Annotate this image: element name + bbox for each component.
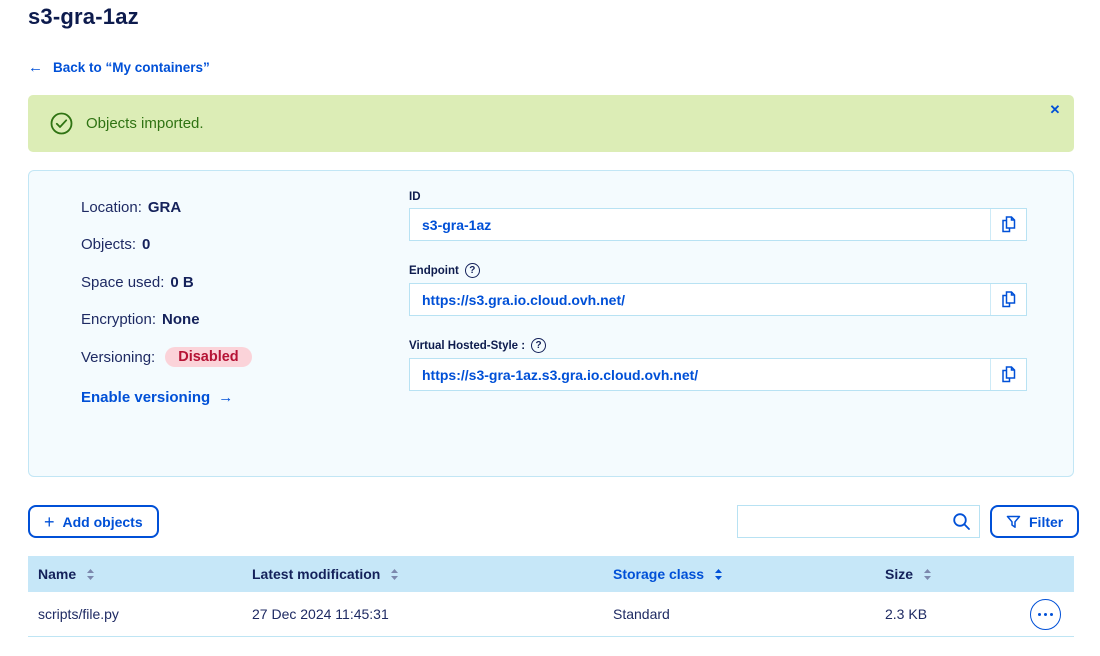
add-objects-label: Add objects — [63, 514, 143, 530]
container-summary: Location: GRA Objects: 0 Space used: 0 B… — [81, 194, 252, 406]
endpoint-field-value: https://s3.gra.io.cloud.ovh.net/ — [410, 284, 990, 315]
summary-versioning: Versioning: Disabled — [81, 344, 252, 370]
page-title: s3-gra-1az — [28, 4, 139, 30]
summary-value: GRA — [148, 199, 181, 216]
close-icon[interactable]: ✕ — [1044, 99, 1066, 121]
column-label: Latest modification — [252, 566, 380, 582]
enable-versioning-label: Enable versioning — [81, 389, 210, 406]
summary-label: Encryption: — [81, 311, 156, 328]
summary-encryption: Encryption: None — [81, 307, 252, 333]
status-badge: Disabled — [165, 347, 251, 367]
virtual-hosted-style-value: https://s3-gra-1az.s3.gra.io.cloud.ovh.n… — [410, 359, 990, 390]
column-label: Storage class — [613, 566, 704, 582]
sort-icon[interactable] — [714, 568, 723, 581]
column-label: Size — [885, 566, 913, 582]
virtual-hosted-style-field: https://s3-gra-1az.s3.gra.io.cloud.ovh.n… — [409, 358, 1027, 391]
summary-value: 0 — [142, 236, 150, 253]
endpoint-fields: ID s3-gra-1az — [409, 191, 1027, 413]
container-detail-page: s3-gra-1az ← Back to “My containers” Obj… — [0, 0, 1100, 656]
endpoint-field-group: Endpoint ? https://s3.gra.io.cloud.ovh.n… — [409, 263, 1027, 316]
back-link[interactable]: ← Back to “My containers” — [28, 59, 210, 76]
id-field-label: ID — [409, 191, 421, 203]
id-field: s3-gra-1az — [409, 208, 1027, 241]
search-button[interactable] — [943, 506, 979, 537]
id-field-group: ID s3-gra-1az — [409, 191, 1027, 241]
column-header-latest-modification[interactable]: Latest modification — [252, 566, 613, 582]
plus-icon: + — [44, 513, 55, 531]
help-icon[interactable]: ? — [465, 263, 480, 278]
check-circle-icon — [50, 112, 73, 135]
column-header-size[interactable]: Size — [885, 566, 1074, 582]
add-objects-button[interactable]: + Add objects — [28, 505, 159, 538]
virtual-hosted-style-field-group: Virtual Hosted-Style : ? https://s3-gra-… — [409, 338, 1027, 391]
summary-space-used: Space used: 0 B — [81, 269, 252, 295]
summary-label: Versioning: — [81, 349, 155, 366]
summary-label: Space used: — [81, 274, 164, 291]
cell-latest-modification: 27 Dec 2024 11:45:31 — [252, 606, 613, 622]
id-field-value: s3-gra-1az — [410, 209, 990, 240]
table-header: Name Latest modification Storage class S… — [28, 556, 1074, 592]
copy-endpoint-button[interactable] — [990, 284, 1026, 315]
summary-label: Location: — [81, 199, 142, 216]
objects-table: Name Latest modification Storage class S… — [28, 556, 1074, 637]
copy-icon — [1000, 365, 1017, 384]
enable-versioning-link[interactable]: Enable versioning → — [81, 389, 252, 406]
row-actions-menu-button[interactable] — [1030, 599, 1061, 630]
success-banner: Objects imported. ✕ — [28, 95, 1074, 152]
back-arrow-icon: ← — [28, 59, 43, 76]
sort-icon[interactable] — [390, 568, 399, 581]
container-info-card: Location: GRA Objects: 0 Space used: 0 B… — [28, 170, 1074, 477]
sort-icon[interactable] — [923, 568, 932, 581]
virtual-hosted-style-label: Virtual Hosted-Style : — [409, 340, 525, 352]
copy-icon — [1000, 290, 1017, 309]
filter-label: Filter — [1029, 514, 1063, 530]
arrow-right-icon: → — [218, 389, 233, 406]
copy-virtual-hosted-style-button[interactable] — [990, 359, 1026, 390]
column-header-storage-class[interactable]: Storage class — [613, 566, 885, 582]
filter-icon — [1006, 515, 1021, 529]
ellipsis-icon — [1038, 613, 1041, 616]
cell-storage-class: Standard — [613, 606, 885, 622]
filter-button[interactable]: Filter — [990, 505, 1079, 538]
banner-message: Objects imported. — [86, 115, 204, 132]
search-input[interactable] — [738, 506, 943, 537]
summary-value: None — [162, 311, 200, 328]
column-header-name[interactable]: Name — [38, 566, 252, 582]
endpoint-field: https://s3.gra.io.cloud.ovh.net/ — [409, 283, 1027, 316]
table-row[interactable]: scripts/file.py 27 Dec 2024 11:45:31 Sta… — [28, 592, 1074, 637]
copy-id-button[interactable] — [990, 209, 1026, 240]
endpoint-field-label: Endpoint — [409, 265, 459, 277]
cell-object-name: scripts/file.py — [38, 606, 252, 622]
help-icon[interactable]: ? — [531, 338, 546, 353]
summary-location: Location: GRA — [81, 194, 252, 220]
search-box — [737, 505, 980, 538]
sort-icon[interactable] — [86, 568, 95, 581]
copy-icon — [1000, 215, 1017, 234]
column-label: Name — [38, 566, 76, 582]
back-link-label: Back to “My containers” — [53, 60, 210, 75]
summary-value: 0 B — [170, 274, 193, 291]
search-icon — [952, 512, 971, 531]
summary-label: Objects: — [81, 236, 136, 253]
summary-objects: Objects: 0 — [81, 232, 252, 258]
